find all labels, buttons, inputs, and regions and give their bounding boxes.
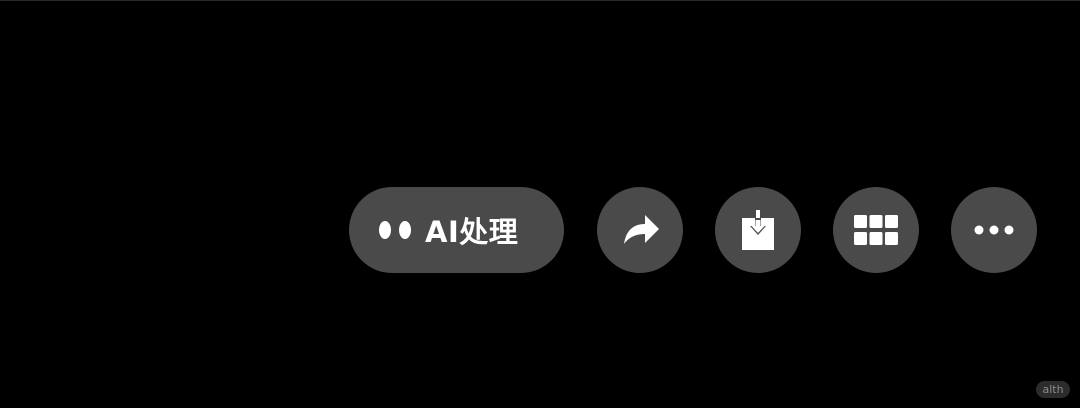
ai-process-button[interactable]: AI处理 xyxy=(349,187,564,273)
more-dots-icon xyxy=(974,225,1014,235)
two-dots-icon xyxy=(379,221,411,239)
ai-process-label: AI处理 xyxy=(425,215,519,249)
grid-icon xyxy=(854,215,898,245)
save-button[interactable] xyxy=(715,187,801,273)
top-divider xyxy=(0,0,1080,1)
share-button[interactable] xyxy=(597,187,683,273)
grid-button[interactable] xyxy=(833,187,919,273)
action-toolbar: AI处理 xyxy=(349,187,1039,273)
share-arrow-icon xyxy=(624,215,659,244)
watermark: alth xyxy=(1036,381,1070,398)
download-icon xyxy=(742,210,774,250)
more-button[interactable] xyxy=(951,187,1037,273)
